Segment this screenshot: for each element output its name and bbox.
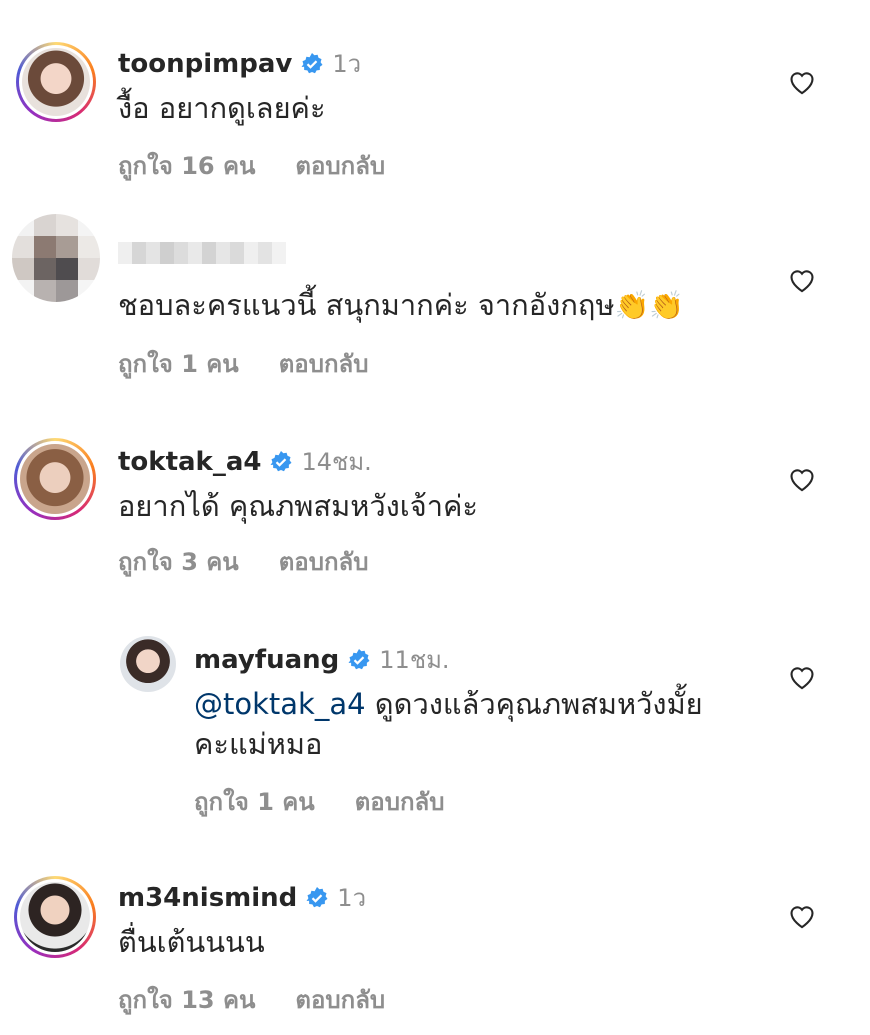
comment-time: 1ว bbox=[337, 884, 367, 912]
reply-button[interactable]: ตอบกลับ bbox=[279, 542, 369, 581]
avatar[interactable] bbox=[14, 876, 96, 958]
reply-button[interactable]: ตอบกลับ bbox=[279, 344, 369, 383]
like-count[interactable]: ถูกใจ 1 คน bbox=[118, 344, 239, 383]
comment-text: ชอบละครแนวนี้ สนุกมากค่ะ จากอังกฤษ👏👏 bbox=[118, 285, 684, 326]
avatar[interactable] bbox=[120, 636, 176, 692]
like-count[interactable]: ถูกใจ 3 คน bbox=[118, 542, 239, 581]
reply-button[interactable]: ตอบกลับ bbox=[295, 980, 385, 1019]
heart-outline-icon[interactable] bbox=[788, 69, 816, 95]
clapping-hands-emoji: 👏👏 bbox=[614, 289, 685, 322]
reply-button[interactable]: ตอบกลับ bbox=[355, 782, 445, 821]
reply-button[interactable]: ตอบกลับ bbox=[295, 146, 385, 185]
like-count[interactable]: ถูกใจ 1 คน bbox=[194, 782, 315, 821]
comment-time: 1ว bbox=[332, 50, 362, 78]
comment-time: 14ชม. bbox=[301, 448, 372, 476]
comment-text: งื้อ อยากดูเลยค่ะ bbox=[118, 91, 326, 125]
blurred-username bbox=[118, 242, 286, 264]
avatar[interactable] bbox=[16, 42, 96, 122]
comment-username[interactable]: toktak_a4 bbox=[118, 447, 261, 477]
avatar[interactable] bbox=[12, 214, 100, 302]
comment-text: อยากได้ คุณภพสมหวังเจ้าค่ะ bbox=[118, 489, 478, 523]
comment-username[interactable]: toonpimpav bbox=[118, 49, 292, 79]
mention-link[interactable]: @toktak_a4 bbox=[194, 687, 366, 721]
like-count[interactable]: ถูกใจ 16 คน bbox=[118, 146, 255, 185]
heart-outline-icon[interactable] bbox=[788, 664, 816, 690]
verified-badge-icon bbox=[348, 648, 370, 669]
like-count[interactable]: ถูกใจ 13 คน bbox=[118, 980, 255, 1019]
comment-text-content: ชอบละครแนวนี้ สนุกมากค่ะ จากอังกฤษ bbox=[118, 288, 615, 322]
heart-outline-icon[interactable] bbox=[788, 903, 816, 929]
verified-badge-icon bbox=[301, 52, 323, 73]
comment-username[interactable]: mayfuang bbox=[194, 645, 339, 675]
comment-username[interactable]: m34nismind bbox=[118, 883, 297, 913]
comment-text-continued: คะแม่หมอ bbox=[194, 727, 323, 761]
comment-text-content: ดูดวงแล้วคุณภพสมหวังมั้ย bbox=[365, 687, 703, 721]
comment-text: @toktak_a4 ดูดวงแล้วคุณภพสมหวังมั้ย คะแม… bbox=[194, 684, 794, 764]
comment-time: 11ชม. bbox=[379, 646, 450, 674]
verified-badge-icon bbox=[270, 450, 292, 471]
heart-outline-icon[interactable] bbox=[788, 466, 816, 492]
heart-outline-icon[interactable] bbox=[788, 267, 816, 293]
verified-badge-icon bbox=[306, 886, 328, 907]
comment-text: ตื่นเต้นนนน bbox=[118, 925, 265, 959]
avatar[interactable] bbox=[14, 438, 96, 520]
